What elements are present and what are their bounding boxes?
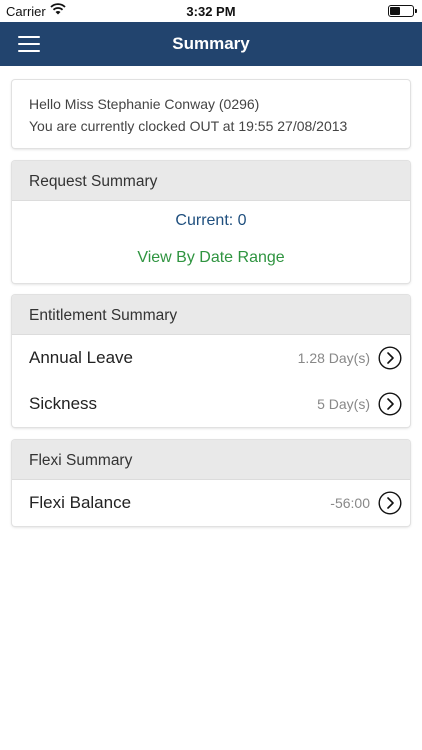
page-title: Summary [172,34,250,53]
flexi-summary-header: Flexi Summary [12,440,410,480]
flexi-balance-label: Flexi Balance [29,493,132,512]
greeting-card: Hello Miss Stephanie Conway (0296) You a… [12,80,410,148]
entitlement-summary-header: Entitlement Summary [12,295,410,335]
flexi-summary-card: Flexi Summary Flexi Balance -56:00 [12,440,410,526]
annual-leave-row[interactable]: Annual Leave 1.28 Day(s) [12,335,410,381]
greeting-name: Hello Miss Stephanie Conway (0296) [29,96,260,112]
request-current-count: Current: 0 [175,212,247,229]
chevron-right-circle-icon[interactable] [378,491,402,515]
annual-leave-label: Annual Leave [29,348,133,367]
view-by-date-range-link[interactable]: View By Date Range [12,249,410,267]
nav-bar: Summary [0,22,422,66]
chevron-right-circle-icon[interactable] [378,392,402,416]
sickness-label: Sickness [29,394,98,413]
request-summary-card: Request Summary Current: 0 View By Date … [12,161,410,283]
battery-icon [388,5,417,17]
status-bar: Carrier 3:32 PM [0,0,422,22]
clock-status: You are currently clocked OUT at 19:55 2… [29,118,348,134]
chevron-right-circle-icon[interactable] [378,346,402,370]
sickness-row[interactable]: Sickness 5 Day(s) [12,381,410,427]
entitlement-summary-card: Entitlement Summary Annual Leave 1.28 Da… [12,295,410,427]
sickness-value: 5 Day(s) [317,396,370,412]
status-time: 3:32 PM [186,4,236,19]
flexi-balance-row[interactable]: Flexi Balance -56:00 [12,480,410,526]
flexi-balance-value: -56:00 [330,495,370,511]
request-summary-header: Request Summary [12,161,410,201]
annual-leave-value: 1.28 Day(s) [297,350,370,366]
